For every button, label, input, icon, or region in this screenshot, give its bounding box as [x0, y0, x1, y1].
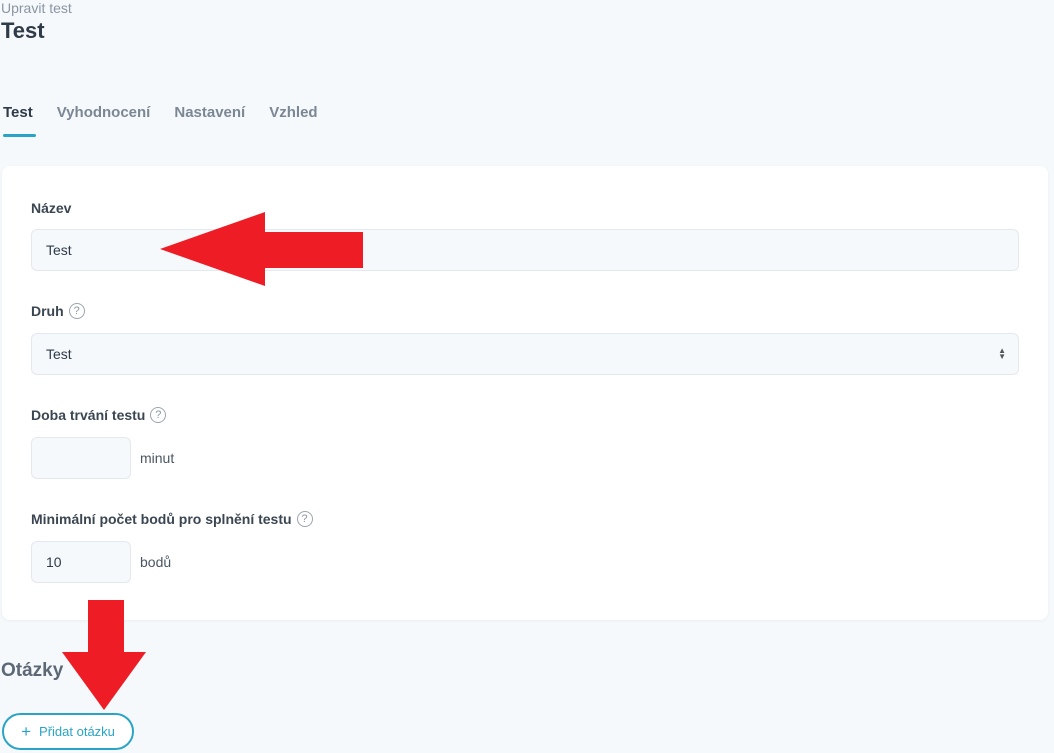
- min-points-field-label: Minimální počet bodů pro splnění testu ?: [31, 511, 313, 527]
- min-points-input-value: 10: [46, 554, 62, 570]
- help-icon[interactable]: ?: [68, 303, 85, 319]
- name-field-label: Název: [31, 200, 71, 216]
- annotation-arrow-left-icon: [160, 212, 363, 286]
- page-title: Test: [1, 18, 45, 43]
- duration-label-text: Doba trvání testu: [31, 407, 146, 423]
- min-points-unit: bodů: [140, 554, 172, 570]
- tab-evaluation[interactable]: Vyhodnocení: [57, 104, 151, 133]
- annotation-arrow-down-icon: [62, 600, 146, 710]
- duration-input[interactable]: [31, 437, 131, 479]
- type-field-label: Druh ?: [31, 303, 85, 319]
- duration-unit: minut: [140, 450, 175, 466]
- tab-bar: Test Vyhodnocení Nastavení Vzhled: [3, 104, 318, 137]
- min-points-input[interactable]: 10: [31, 541, 131, 583]
- help-icon[interactable]: ?: [150, 407, 167, 423]
- add-question-label: Přidat otázku: [39, 724, 115, 739]
- type-select[interactable]: Test ▲ ▼: [31, 333, 1019, 375]
- tab-test[interactable]: Test: [3, 104, 36, 137]
- help-icon[interactable]: ?: [296, 511, 313, 527]
- select-arrows-icon: ▲ ▼: [998, 346, 1006, 361]
- name-input-value: Test: [46, 242, 72, 258]
- name-label-text: Název: [31, 200, 72, 216]
- min-points-label-text: Minimální počet bodů pro splnění testu: [31, 511, 292, 527]
- plus-icon: +: [21, 722, 32, 741]
- tab-settings[interactable]: Nastavení: [174, 104, 245, 133]
- add-question-button[interactable]: + Přidat otázku: [2, 713, 134, 750]
- questions-title: Otázky: [1, 660, 64, 681]
- breadcrumb: Upravit test: [1, 0, 72, 16]
- duration-field-label: Doba trvání testu ?: [31, 407, 167, 423]
- tab-appearance[interactable]: Vzhled: [269, 104, 317, 133]
- type-select-value: Test: [46, 346, 72, 362]
- type-label-text: Druh: [31, 303, 64, 319]
